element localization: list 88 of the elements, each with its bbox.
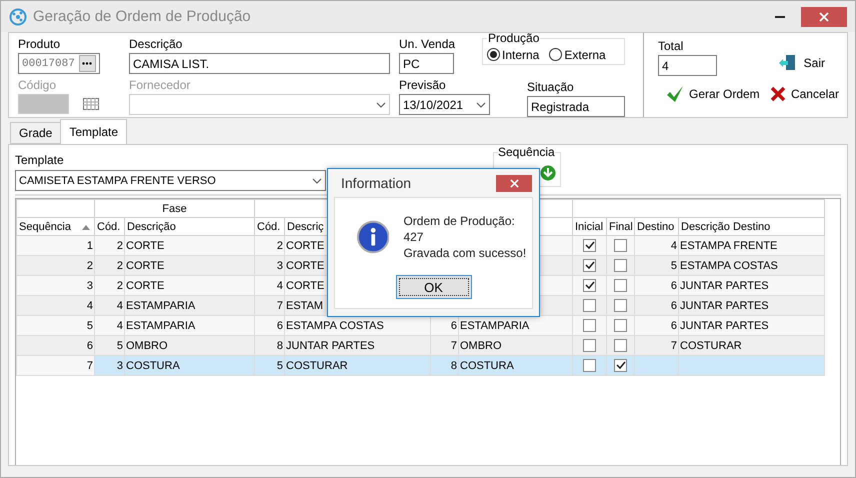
dialog-title: Information: [341, 175, 412, 191]
table-cell: 6: [634, 276, 678, 296]
table-cell: 2: [16, 256, 94, 276]
table-cell: COSTURAR: [284, 356, 430, 376]
table-cell: 3: [16, 276, 94, 296]
table-cell: ESTAMPARIA: [124, 316, 254, 336]
table-row[interactable]: 5 4 ESTAMPARIA 6 ESTAMPA COSTAS 6 ESTAMPARIA 6 JUNTAR PARTES: [16, 316, 824, 336]
table-cell: JUNTAR PARTES: [678, 296, 824, 316]
table-cell: 7: [430, 336, 458, 356]
table-cell: 6: [16, 336, 94, 356]
table-cell: 3: [254, 256, 284, 276]
table-cell: 6: [634, 316, 678, 336]
table-cell: CORTE: [124, 276, 254, 296]
field-label: Produto: [18, 37, 62, 51]
table-cell: ESTAMPA COSTAS: [678, 256, 824, 276]
table-cell: 7: [16, 356, 94, 376]
table-cell: 2: [94, 276, 124, 296]
table-cell: JUNTAR PARTES: [678, 276, 824, 296]
table-cell: 8: [430, 356, 458, 376]
column-header[interactable]: Descrição: [124, 218, 254, 236]
table-cell: OMBRO: [124, 336, 254, 356]
field-label: Descrição: [129, 37, 184, 51]
column-header[interactable]: Cód.: [94, 218, 124, 236]
table-cell: 5: [94, 336, 124, 356]
column-group-header: Fase: [94, 200, 254, 218]
window-title: Geração de Ordem de Produção: [33, 8, 252, 25]
field-label: Fornecedor: [129, 78, 192, 92]
table-cell: ESTAMPA FRENTE: [678, 236, 824, 256]
table-cell: 4: [16, 296, 94, 316]
exit-button[interactable]: Sair: [778, 53, 825, 73]
group-label: Produção: [487, 31, 540, 45]
field-label: Template: [15, 153, 65, 167]
tab[interactable]: Template: [60, 119, 128, 144]
field-label: Código: [18, 78, 58, 92]
column-header[interactable]: Sequência: [16, 218, 94, 236]
total-field[interactable]: 4: [658, 55, 717, 76]
table-row[interactable]: 6 5 OMBRO 8 JUNTAR PARTES 7 OMBRO 7 COSTURAR: [16, 336, 824, 356]
product-field[interactable]: 00017087: [18, 53, 100, 74]
table-cell: ESTAMPA COSTAS: [284, 316, 430, 336]
table-cell: CORTE: [124, 236, 254, 256]
table-cell: 1: [16, 236, 94, 256]
field-label: Un. Venda: [399, 37, 456, 51]
field-label: Situação: [527, 80, 575, 94]
group-label: Sequência: [498, 145, 555, 159]
date-field[interactable]: 13/10/2021: [399, 94, 490, 115]
table-row[interactable]: 7 3 COSTURA 5 COSTURAR 8 COSTURA: [16, 356, 824, 376]
table-cell: 2: [94, 236, 124, 256]
table-cell: 4: [254, 276, 284, 296]
radio-option[interactable]: Interna: [487, 48, 540, 62]
description-field[interactable]: CAMISA LIST.: [129, 53, 390, 74]
column-header[interactable]: Destino: [634, 218, 678, 236]
field-label: Previsão: [399, 78, 447, 92]
table-cell: ESTAMPARIA: [124, 296, 254, 316]
table-cell: 4: [94, 316, 124, 336]
table-cell: JUNTAR PARTES: [678, 316, 824, 336]
table-cell: 6: [254, 316, 284, 336]
table-cell: 5: [254, 356, 284, 376]
table-cell: 7: [634, 336, 678, 356]
cancel-button[interactable]: Cancelar: [770, 84, 839, 104]
table-cell: 2: [254, 236, 284, 256]
column-header[interactable]: Descrição Destino: [678, 218, 824, 236]
table-cell: 2: [94, 256, 124, 276]
table-cell: 6: [634, 296, 678, 316]
table-cell: COSTURA: [124, 356, 254, 376]
template-dropdown[interactable]: CAMISETA ESTAMPA FRENTE VERSO: [15, 170, 326, 191]
table-cell: 4: [634, 236, 678, 256]
table-cell: JUNTAR PARTES: [284, 336, 430, 356]
column-header[interactable]: Final: [606, 218, 634, 236]
column-header[interactable]: Inicial: [572, 218, 606, 236]
column-header[interactable]: Cód.: [254, 218, 284, 236]
field-label: Total: [658, 39, 684, 53]
table-cell: 5: [16, 316, 94, 336]
table-cell: CORTE: [124, 256, 254, 276]
table-cell: ESTAMPARIA: [458, 316, 572, 336]
table-cell: COSTURA: [458, 356, 572, 376]
table-cell: COSTURAR: [678, 336, 824, 356]
status-field[interactable]: Registrada: [527, 96, 625, 117]
table-cell: 5: [634, 256, 678, 276]
table-cell: 8: [254, 336, 284, 356]
generate-order-button[interactable]: Gerar Ordem: [666, 84, 760, 104]
unit-field[interactable]: PC: [399, 53, 454, 74]
table-cell: 7: [254, 296, 284, 316]
table-cell: 3: [94, 356, 124, 376]
tab[interactable]: Grade: [10, 122, 62, 144]
ok-button[interactable]: OK: [396, 275, 472, 299]
table-cell: 4: [94, 296, 124, 316]
table-cell: OMBRO: [458, 336, 572, 356]
radio-option[interactable]: Externa: [549, 48, 606, 62]
